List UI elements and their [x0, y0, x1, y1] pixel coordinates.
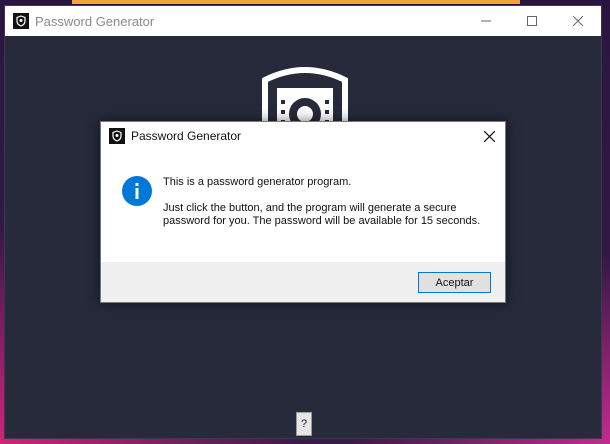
message-line-2: Just click the button, and the program w… [163, 202, 481, 227]
main-titlebar[interactable]: Password Generator [5, 6, 601, 36]
accept-button[interactable]: Aceptar [418, 272, 491, 293]
main-window-title: Password Generator [35, 13, 155, 29]
minimize-button[interactable] [463, 6, 509, 36]
dialog-title: Password Generator [131, 129, 242, 143]
app-icon [13, 13, 29, 29]
message-line-1: This is a password generator program. [163, 176, 352, 188]
info-dialog: Password Generator This is a password ge… [100, 121, 506, 303]
dialog-message: This is a password generator program. Ju… [163, 176, 483, 241]
close-icon [573, 16, 583, 26]
dialog-app-icon [109, 128, 125, 144]
dialog-titlebar[interactable]: Password Generator [101, 122, 505, 150]
help-button[interactable]: ? [296, 412, 312, 436]
dialog-close-button[interactable] [479, 126, 499, 146]
minimize-icon [481, 20, 491, 22]
info-icon [122, 176, 152, 206]
close-button[interactable] [555, 6, 601, 36]
background-window-edge [72, 0, 520, 4]
maximize-icon [527, 16, 537, 26]
close-icon [483, 130, 495, 142]
maximize-button[interactable] [509, 6, 555, 36]
dialog-footer: Aceptar [101, 262, 505, 302]
